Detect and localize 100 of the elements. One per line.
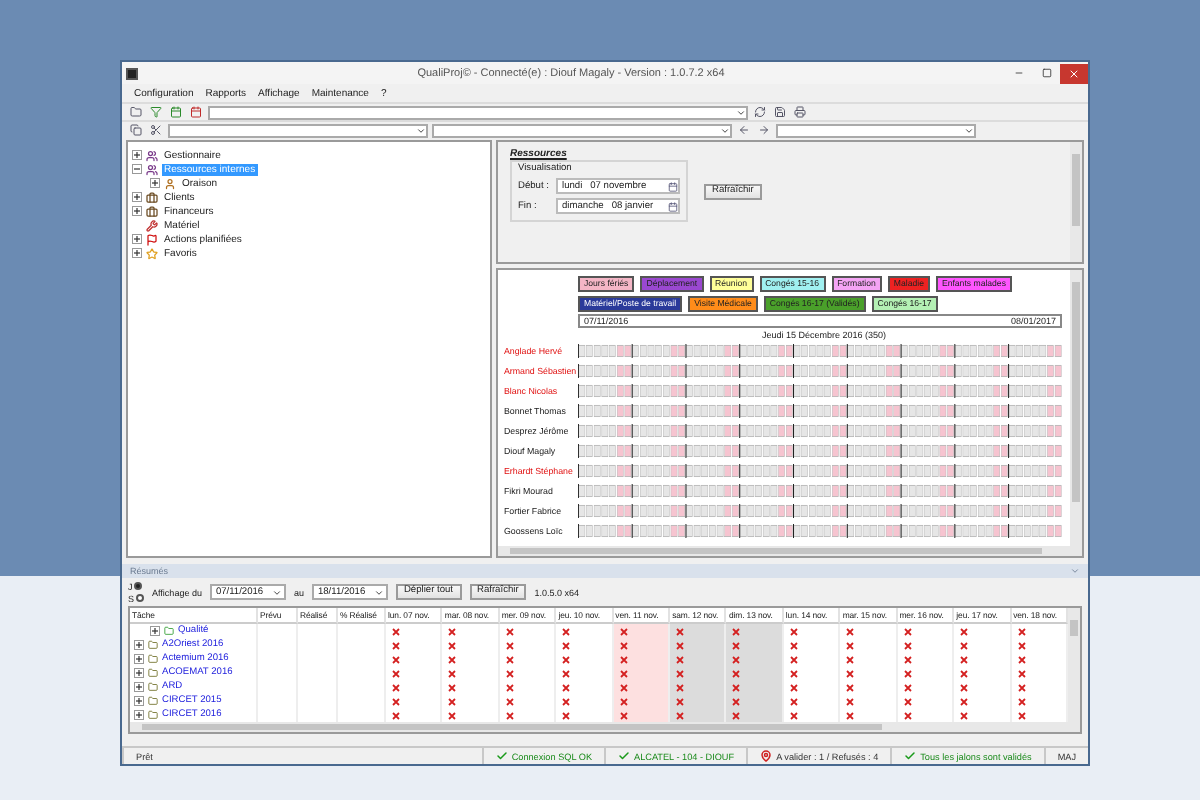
cross-icon <box>846 655 855 663</box>
expand-icon[interactable] <box>134 668 144 678</box>
scrollbar-thumb[interactable] <box>142 724 883 730</box>
cross-icon <box>789 669 798 677</box>
caret-icon <box>271 587 282 597</box>
expand-icon[interactable] <box>150 178 160 188</box>
collapse-icon[interactable] <box>132 164 142 174</box>
printer-icon[interactable] <box>792 105 808 119</box>
cross-icon <box>448 697 457 705</box>
check-icon <box>495 750 508 762</box>
cross-icon <box>448 683 457 691</box>
expand-icon[interactable] <box>132 192 142 202</box>
folder-icon[interactable] <box>128 105 144 119</box>
expand-icon[interactable] <box>150 626 160 636</box>
cross-icon <box>562 669 571 677</box>
minimize-icon <box>1013 68 1023 78</box>
scissors-icon[interactable] <box>148 123 164 137</box>
save-icon[interactable] <box>772 105 788 119</box>
radio-button[interactable] <box>136 594 145 602</box>
cross-icon <box>732 627 741 635</box>
folder-icon <box>148 640 158 650</box>
expand-icon[interactable] <box>134 640 144 650</box>
expand-icon[interactable] <box>132 150 142 160</box>
cross-icon <box>676 697 685 705</box>
expand-icon[interactable] <box>132 234 142 244</box>
cross-icon <box>392 683 400 691</box>
expand-icon[interactable] <box>132 248 142 258</box>
cross-icon <box>562 655 571 663</box>
folder-icon <box>148 668 158 678</box>
dropdown-field[interactable] <box>432 123 732 137</box>
copy-icon[interactable] <box>128 123 144 137</box>
dropdown-field[interactable] <box>168 123 428 137</box>
cross-icon <box>676 711 685 719</box>
scrollbar-thumb[interactable] <box>510 548 1042 554</box>
cross-icon <box>619 683 628 691</box>
cross-icon <box>789 641 798 649</box>
expand-icon[interactable] <box>132 206 142 216</box>
caret-icon <box>416 125 426 135</box>
cross-icon <box>676 627 685 635</box>
cross-icon <box>562 641 571 649</box>
vertical-scrollbar[interactable] <box>1068 608 1080 722</box>
cross-icon <box>676 641 685 649</box>
scrollbar-thumb[interactable] <box>1072 282 1080 502</box>
check-icon <box>618 750 631 762</box>
cross-icon <box>505 627 514 635</box>
expand-icon[interactable] <box>134 710 144 720</box>
cross-icon <box>1017 655 1026 663</box>
cross-icon <box>619 669 628 677</box>
expand-icon[interactable] <box>134 696 144 706</box>
cross-icon <box>846 627 855 635</box>
radio-button[interactable] <box>134 582 143 590</box>
cross-icon <box>676 669 685 677</box>
vertical-scrollbar[interactable] <box>1070 142 1082 262</box>
cross-icon <box>903 697 912 705</box>
cross-icon <box>789 697 798 705</box>
cross-icon <box>789 627 798 635</box>
cross-icon <box>960 711 969 719</box>
cross-icon <box>1017 711 1026 719</box>
cross-icon <box>846 669 855 677</box>
calendar-icon[interactable] <box>168 105 184 119</box>
dropdown-field[interactable] <box>208 105 748 119</box>
cross-icon <box>732 641 741 649</box>
cross-icon <box>562 711 571 719</box>
cross-icon <box>505 697 514 705</box>
dropdown-field[interactable] <box>776 123 976 137</box>
vertical-scrollbar[interactable] <box>1070 270 1082 556</box>
cross-icon <box>960 669 969 677</box>
cross-icon <box>1017 697 1026 705</box>
scrollbar-thumb[interactable] <box>1072 154 1080 226</box>
cross-icon <box>846 711 855 719</box>
expand-icon[interactable] <box>134 654 144 664</box>
filter-icon[interactable] <box>148 105 164 119</box>
cross-icon <box>448 655 457 663</box>
close-icon <box>1068 67 1080 79</box>
horizontal-scrollbar[interactable] <box>498 546 1070 556</box>
refresh-icon[interactable] <box>752 105 768 119</box>
close-button[interactable] <box>1060 63 1088 83</box>
caret-icon <box>1070 566 1080 576</box>
folder-icon <box>148 654 158 664</box>
expand-icon[interactable] <box>134 682 144 692</box>
calendar-icon[interactable] <box>188 105 204 119</box>
cross-icon <box>1017 627 1026 635</box>
cross-icon <box>732 683 741 691</box>
caret-icon <box>964 125 974 135</box>
star-icon <box>146 247 158 259</box>
cross-icon <box>392 655 400 663</box>
horizontal-scrollbar[interactable] <box>130 722 1080 732</box>
cross-icon <box>619 711 628 719</box>
cross-icon <box>960 683 969 691</box>
cross-icon <box>562 683 571 691</box>
app-icon <box>126 67 138 79</box>
scrollbar-thumb[interactable] <box>1070 620 1078 636</box>
cross-icon <box>732 655 741 663</box>
flag-icon <box>146 233 158 245</box>
cross-icon <box>505 655 514 663</box>
cross-icon <box>1017 683 1026 691</box>
cross-icon <box>392 711 400 719</box>
cross-icon <box>1017 641 1026 649</box>
cross-icon <box>960 641 969 649</box>
cross-icon <box>392 627 400 635</box>
